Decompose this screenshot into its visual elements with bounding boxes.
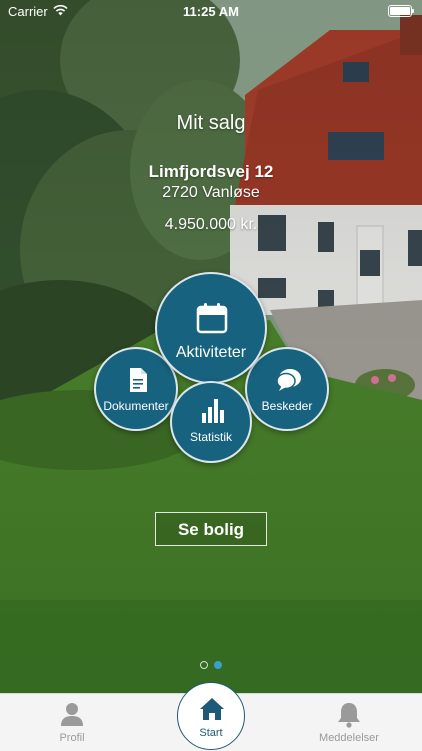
property-address: Limfjordsvej 12 bbox=[148, 162, 274, 181]
statistik-button[interactable]: Statistik bbox=[170, 381, 252, 463]
page-title: Mit salg bbox=[176, 112, 246, 134]
page-dot-2[interactable] bbox=[214, 661, 222, 669]
tab-start[interactable]: Start bbox=[177, 682, 245, 750]
property-city: 2720 Vanløse bbox=[162, 184, 260, 201]
status-bar: Carrier 11:25 AM bbox=[0, 0, 422, 22]
dokumenter-label: Dokumenter bbox=[103, 399, 169, 413]
battery-icon bbox=[388, 5, 414, 17]
aktiviteter-label: Aktiviteter bbox=[175, 344, 247, 361]
tab-meddelelser-label: Meddelelser bbox=[319, 732, 379, 744]
property-price: 4.950.000 kr. bbox=[164, 216, 258, 233]
se-bolig-button[interactable]: Se bolig bbox=[155, 512, 267, 546]
tab-profil[interactable]: Profil bbox=[30, 694, 114, 744]
aktiviteter-button[interactable]: Aktiviteter bbox=[155, 272, 267, 384]
tab-meddelelser[interactable]: Meddelelser bbox=[300, 694, 398, 744]
page-dot-1[interactable] bbox=[200, 661, 208, 669]
bar-chart-icon bbox=[202, 399, 224, 428]
page-indicator[interactable] bbox=[0, 661, 422, 669]
home-icon bbox=[199, 697, 225, 726]
beskeder-label: Beskeder bbox=[261, 399, 313, 413]
tab-start-label: Start bbox=[199, 727, 223, 739]
status-time: 11:25 AM bbox=[183, 4, 239, 19]
tab-profil-label: Profil bbox=[59, 732, 85, 744]
chat-bubble-icon bbox=[276, 367, 302, 398]
calendar-icon bbox=[196, 302, 228, 339]
person-icon bbox=[30, 702, 114, 728]
statistik-label: Statistik bbox=[189, 430, 232, 444]
document-icon bbox=[128, 367, 148, 398]
bell-icon bbox=[300, 702, 398, 728]
